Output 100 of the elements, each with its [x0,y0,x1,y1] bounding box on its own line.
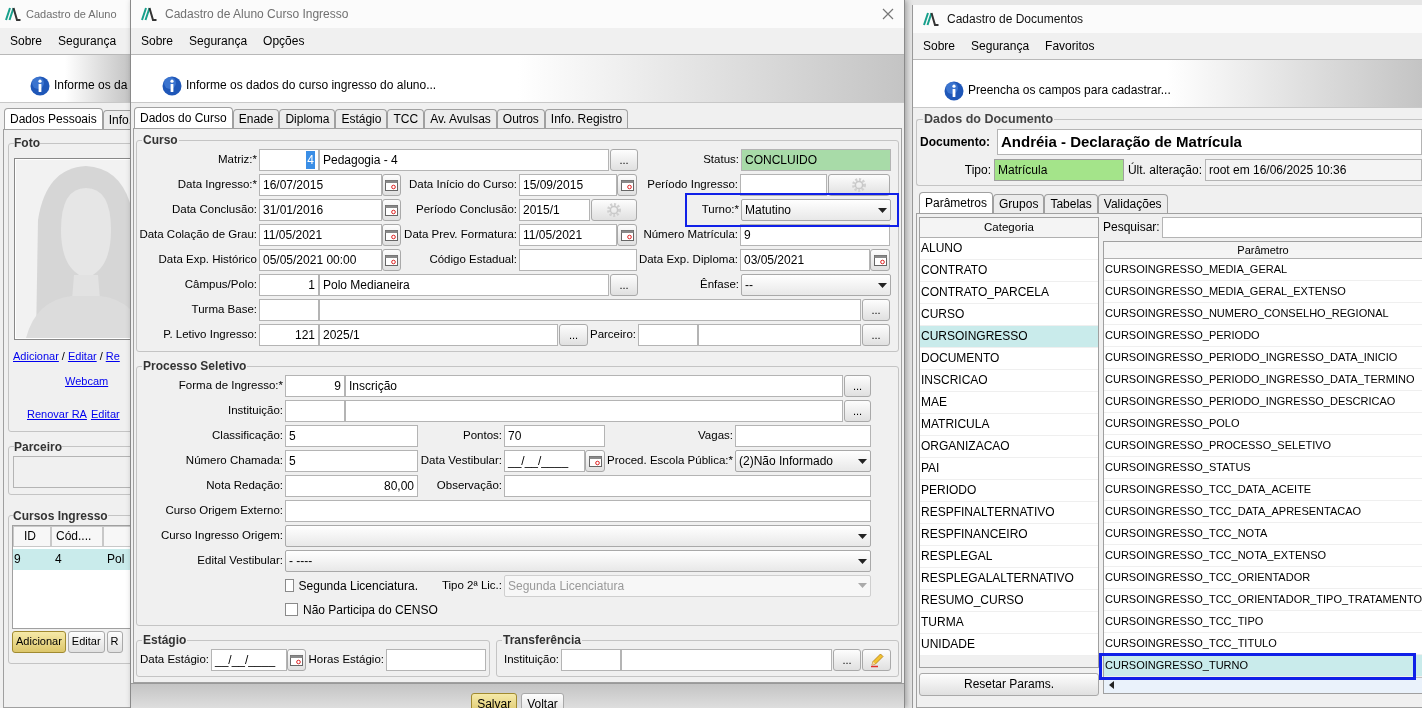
category-item[interactable]: RESPLEGALALTERNATIVO [920,567,1098,590]
text-field[interactable]: 9 [740,224,890,246]
category-item[interactable]: ORGANIZACAO [920,435,1098,458]
menu-item[interactable]: Sobre [923,37,956,55]
calendar-button[interactable] [617,224,637,246]
text-field[interactable] [285,400,345,422]
category-item[interactable]: UNIDADE [920,633,1098,656]
text-field[interactable]: Pedagogia - 4 [319,149,609,171]
edit-button[interactable] [862,649,891,671]
calendar-button[interactable] [382,224,401,246]
generate-button[interactable] [828,174,890,196]
category-item[interactable]: RESPFINANCEIRO [920,523,1098,546]
tab[interactable]: Parâmetros [919,191,994,213]
text-field[interactable]: Andréia - Declaração de Matrícula [997,128,1422,155]
tab[interactable]: Info. [102,110,130,129]
tab[interactable]: Av. Avulsas [424,109,497,128]
checkbox[interactable] [285,579,294,592]
menu-item[interactable]: Favoritos [1045,37,1095,55]
category-item[interactable]: PERIODO [920,479,1098,502]
calendar-button[interactable] [585,450,605,472]
text-field[interactable] [345,400,843,422]
text-field[interactable] [621,649,832,671]
text-field[interactable]: 2015/1 [519,199,590,221]
tab[interactable]: Info. Registro [544,109,629,128]
dropdown[interactable]: -- [741,274,891,296]
text-field[interactable]: __/__/____ [211,649,287,671]
text-field[interactable] [259,299,319,321]
status-field[interactable]: Matrícula [994,158,1124,181]
tab[interactable]: Enade [232,109,280,128]
calendar-button[interactable] [870,249,890,271]
link[interactable]: Adicionar [13,348,59,365]
text-field[interactable]: root em 16/06/2025 10:36 [1205,158,1422,181]
menu-item[interactable]: Opções [263,32,305,50]
tab[interactable]: Grupos [993,193,1045,213]
text-field[interactable]: Polo Medianeira [319,274,609,296]
text-field[interactable]: 05/05/2021 00:00 [259,249,382,271]
text-field[interactable]: 11/05/2021 [259,224,382,246]
text-field[interactable]: 5 [285,450,418,472]
action-button[interactable]: Editar [67,630,105,653]
lookup-button[interactable]: ... [862,299,890,321]
column-header[interactable]: ID [13,525,51,547]
action-button[interactable]: Adicionar [12,630,66,653]
text-field[interactable]: Inscrição [345,375,843,397]
menu-item[interactable]: Segurança [189,32,248,50]
lookup-button[interactable]: ... [844,400,871,422]
link[interactable]: Renovar RA [27,406,87,423]
text-field[interactable]: 16/07/2015 [259,174,382,196]
text-field[interactable]: 121 [259,324,319,346]
category-item[interactable]: CONTRATO_PARCELA [920,281,1098,304]
text-field[interactable] [519,249,637,271]
tab[interactable]: Diploma [279,109,336,128]
text-field[interactable]: 03/05/2021 [740,249,870,271]
text-field[interactable]: 1 [259,274,319,296]
category-item[interactable]: RESUMO_CURSO [920,589,1098,612]
text-field[interactable]: 70 [504,425,605,447]
link[interactable]: Re [105,348,120,365]
text-field[interactable] [504,475,871,497]
text-field[interactable]: 11/05/2021 [519,224,617,246]
menu-item[interactable]: Sobre [141,32,174,50]
column-header[interactable]: Parâmetro [1104,241,1422,259]
link[interactable]: Editar [67,348,97,365]
tab[interactable]: TCC [387,109,425,128]
text-field[interactable] [735,425,871,447]
category-item[interactable]: MAE [920,391,1098,414]
menu-item[interactable]: Segurança [58,32,117,50]
text-field[interactable]: 80,00 [285,475,418,497]
action-button[interactable]: Salvar [471,693,518,708]
category-item[interactable]: CURSOINGRESSO [920,325,1098,348]
reset-button[interactable]: Resetar Params. [919,672,1099,696]
text-field[interactable]: 2025/1 [319,324,558,346]
action-button[interactable]: Voltar [521,693,564,708]
text-field[interactable] [740,174,827,196]
status-field[interactable]: CONCLUIDO [741,149,891,171]
link[interactable]: Webcam [65,372,109,389]
tab[interactable]: Dados do Curso [134,107,233,128]
tab[interactable]: Tabelas [1044,193,1098,213]
calendar-button[interactable] [382,174,401,196]
text-field[interactable] [698,324,861,346]
dropdown[interactable]: Matutino [741,199,891,221]
category-item[interactable]: INSCRICAO [920,369,1098,392]
table-row[interactable]: 9 4 Pol [13,548,130,570]
category-item[interactable]: ALUNO [920,237,1098,260]
dropdown[interactable] [285,525,871,547]
text-field[interactable] [285,500,871,522]
search-field[interactable] [1161,216,1422,238]
category-item[interactable]: MATRICULA [920,413,1098,436]
category-item[interactable]: PAI [920,457,1098,480]
column-header[interactable]: Categoria [920,217,1098,238]
lookup-button[interactable]: ... [862,324,890,346]
lookup-button[interactable]: ... [559,324,588,346]
text-field[interactable] [638,324,698,346]
tab[interactable]: Validações [1097,193,1168,213]
dropdown[interactable]: - ---- [285,550,871,572]
tab[interactable]: Dados Pessoais [4,108,103,129]
text-field[interactable]: 5 [285,425,418,447]
parameter-row[interactable]: CURSOINGRESSO_TURNO [1104,654,1422,677]
text-field[interactable] [386,649,486,671]
column-header[interactable]: Cód.... [51,525,103,547]
tab[interactable]: Estágio [335,109,388,128]
lookup-button[interactable]: ... [833,649,861,671]
